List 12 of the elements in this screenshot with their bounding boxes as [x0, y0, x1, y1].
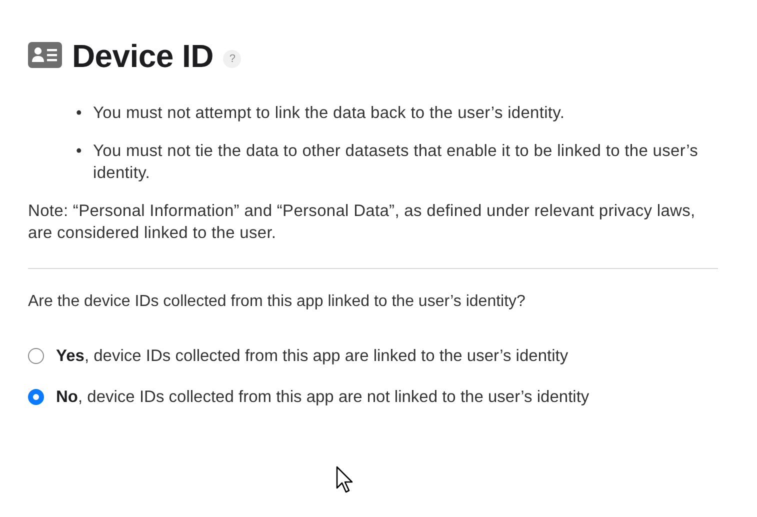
option-label[interactable]: No, device IDs collected from this app are not linked to the user’s identity	[56, 386, 590, 408]
bullet-text: You must not tie the data to other datasets that enable it to be linked to the user’s identity.	[93, 141, 700, 184]
option-label[interactable]: Yes, device IDs collected from this app are linked to the user’s identity	[56, 345, 568, 367]
bullet-marker: •	[76, 103, 83, 124]
note-text: Note: “Personal Information” and “Personal Data”, as defined under relevant privacy laws, are considered linked to the user.	[28, 201, 696, 244]
page-title: Device ID	[72, 38, 214, 74]
bullet-text: You must not attempt to link the data back to the user’s identity.	[93, 103, 566, 124]
bullet-marker: •	[76, 141, 83, 162]
id-card-icon	[28, 42, 62, 68]
question-text: Are the device IDs collected from this app linked to the user’s identity?	[28, 292, 526, 312]
radio-button[interactable]	[28, 389, 44, 405]
radio-button[interactable]	[28, 348, 44, 364]
